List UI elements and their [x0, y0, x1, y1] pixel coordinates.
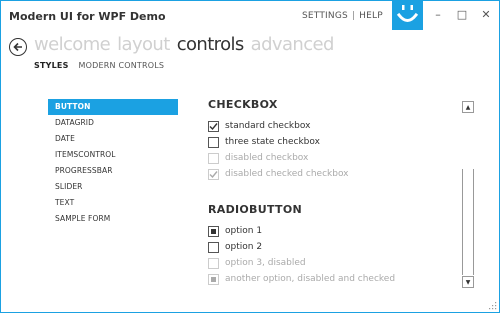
window-title: Modern UI for WPF Demo	[9, 10, 166, 23]
radio-box[interactable]	[208, 225, 219, 237]
checkbox-list: standard checkbox three state checkbox d…	[208, 118, 463, 182]
radio-list: option 1 option 2 option 3, disabled ano…	[208, 223, 463, 287]
radio-option-disabled-checked: another option, disabled and checked	[208, 271, 463, 287]
resize-grip-icon[interactable]	[489, 302, 497, 310]
list-item-itemscontrol[interactable]: ITEMSCONTROL	[48, 147, 178, 163]
arrow-left-icon	[13, 42, 22, 52]
window-controls: – □ ✕	[427, 1, 499, 27]
checkbox-label: disabled checked checkbox	[225, 169, 349, 179]
checkbox-three-state[interactable]: three state checkbox	[208, 134, 463, 150]
radio-label: another option, disabled and checked	[225, 274, 396, 284]
checkbox-disabled-checked: disabled checked checkbox	[208, 166, 463, 182]
app-logo	[392, 1, 423, 30]
radio-dot-icon	[211, 276, 216, 282]
vertical-scrollbar[interactable]: ▲ ▼	[462, 98, 475, 288]
radio-option-3-disabled: option 3, disabled	[208, 255, 463, 271]
radio-option-2[interactable]: option 2	[208, 239, 463, 255]
radio-label: option 2	[225, 242, 263, 252]
checkbox-box	[208, 152, 219, 164]
radio-label: option 1	[225, 226, 263, 236]
style-list: BUTTON DATAGRID DATE ITEMSCONTROL PROGRE…	[48, 99, 178, 227]
minimize-icon: –	[435, 7, 441, 21]
checkbox-heading: CHECKBOX	[208, 98, 278, 111]
main-nav: welcome layout controls advanced	[34, 34, 341, 55]
radio-label: option 3, disabled	[225, 258, 306, 268]
checkbox-box[interactable]	[208, 120, 219, 132]
list-item-datagrid[interactable]: DATAGRID	[48, 115, 178, 131]
list-item-button[interactable]: BUTTON	[48, 99, 178, 115]
radiobutton-heading: RADIOBUTTON	[208, 203, 302, 216]
scroll-down-button[interactable]: ▼	[462, 276, 474, 288]
radio-box[interactable]	[208, 241, 219, 253]
checkbox-label: three state checkbox	[225, 137, 320, 147]
top-links-separator: |	[351, 11, 356, 21]
checkbox-box	[208, 168, 219, 180]
help-link[interactable]: HELP	[359, 11, 383, 21]
list-item-sample-form[interactable]: SAMPLE FORM	[48, 211, 178, 227]
list-item-text[interactable]: TEXT	[48, 195, 178, 211]
checkbox-disabled: disabled checkbox	[208, 150, 463, 166]
back-button[interactable]	[9, 38, 27, 56]
checkbox-label: disabled checkbox	[225, 153, 309, 163]
subnav-modern-controls[interactable]: MODERN CONTROLS	[79, 61, 165, 70]
content-panel: CHECKBOX standard checkbox three state c…	[208, 98, 463, 287]
list-item-date[interactable]: DATE	[48, 131, 178, 147]
close-button[interactable]: ✕	[475, 3, 497, 25]
maximize-button[interactable]: □	[451, 3, 473, 25]
radio-option-1[interactable]: option 1	[208, 223, 463, 239]
radio-box	[208, 273, 219, 285]
sub-nav: STYLES MODERN CONTROLS	[34, 61, 174, 70]
radio-dot-icon	[211, 228, 216, 234]
scrollbar-track[interactable]	[462, 169, 474, 275]
nav-welcome[interactable]: welcome	[34, 34, 111, 55]
top-links: SETTINGS | HELP	[302, 11, 383, 21]
subnav-styles[interactable]: STYLES	[34, 61, 69, 70]
close-icon: ✕	[481, 7, 491, 21]
checkmark-icon	[209, 170, 218, 178]
maximize-icon: □	[456, 7, 468, 21]
checkbox-label: standard checkbox	[225, 121, 311, 131]
checkbox-standard[interactable]: standard checkbox	[208, 118, 463, 134]
minimize-button[interactable]: –	[427, 3, 449, 25]
nav-layout[interactable]: layout	[117, 34, 170, 55]
smiley-icon	[396, 5, 419, 22]
checkmark-icon	[209, 122, 218, 130]
nav-controls[interactable]: controls	[177, 34, 245, 55]
scroll-up-button[interactable]: ▲	[462, 101, 474, 113]
checkbox-box[interactable]	[208, 136, 219, 148]
list-item-slider[interactable]: SLIDER	[48, 179, 178, 195]
nav-advanced[interactable]: advanced	[251, 34, 335, 55]
radio-box	[208, 257, 219, 269]
settings-link[interactable]: SETTINGS	[302, 11, 348, 21]
caret-up-icon: ▲	[465, 103, 471, 111]
caret-down-icon: ▼	[465, 278, 471, 286]
list-item-progressbar[interactable]: PROGRESSBAR	[48, 163, 178, 179]
app-window: Modern UI for WPF Demo SETTINGS | HELP – □…	[0, 0, 500, 313]
